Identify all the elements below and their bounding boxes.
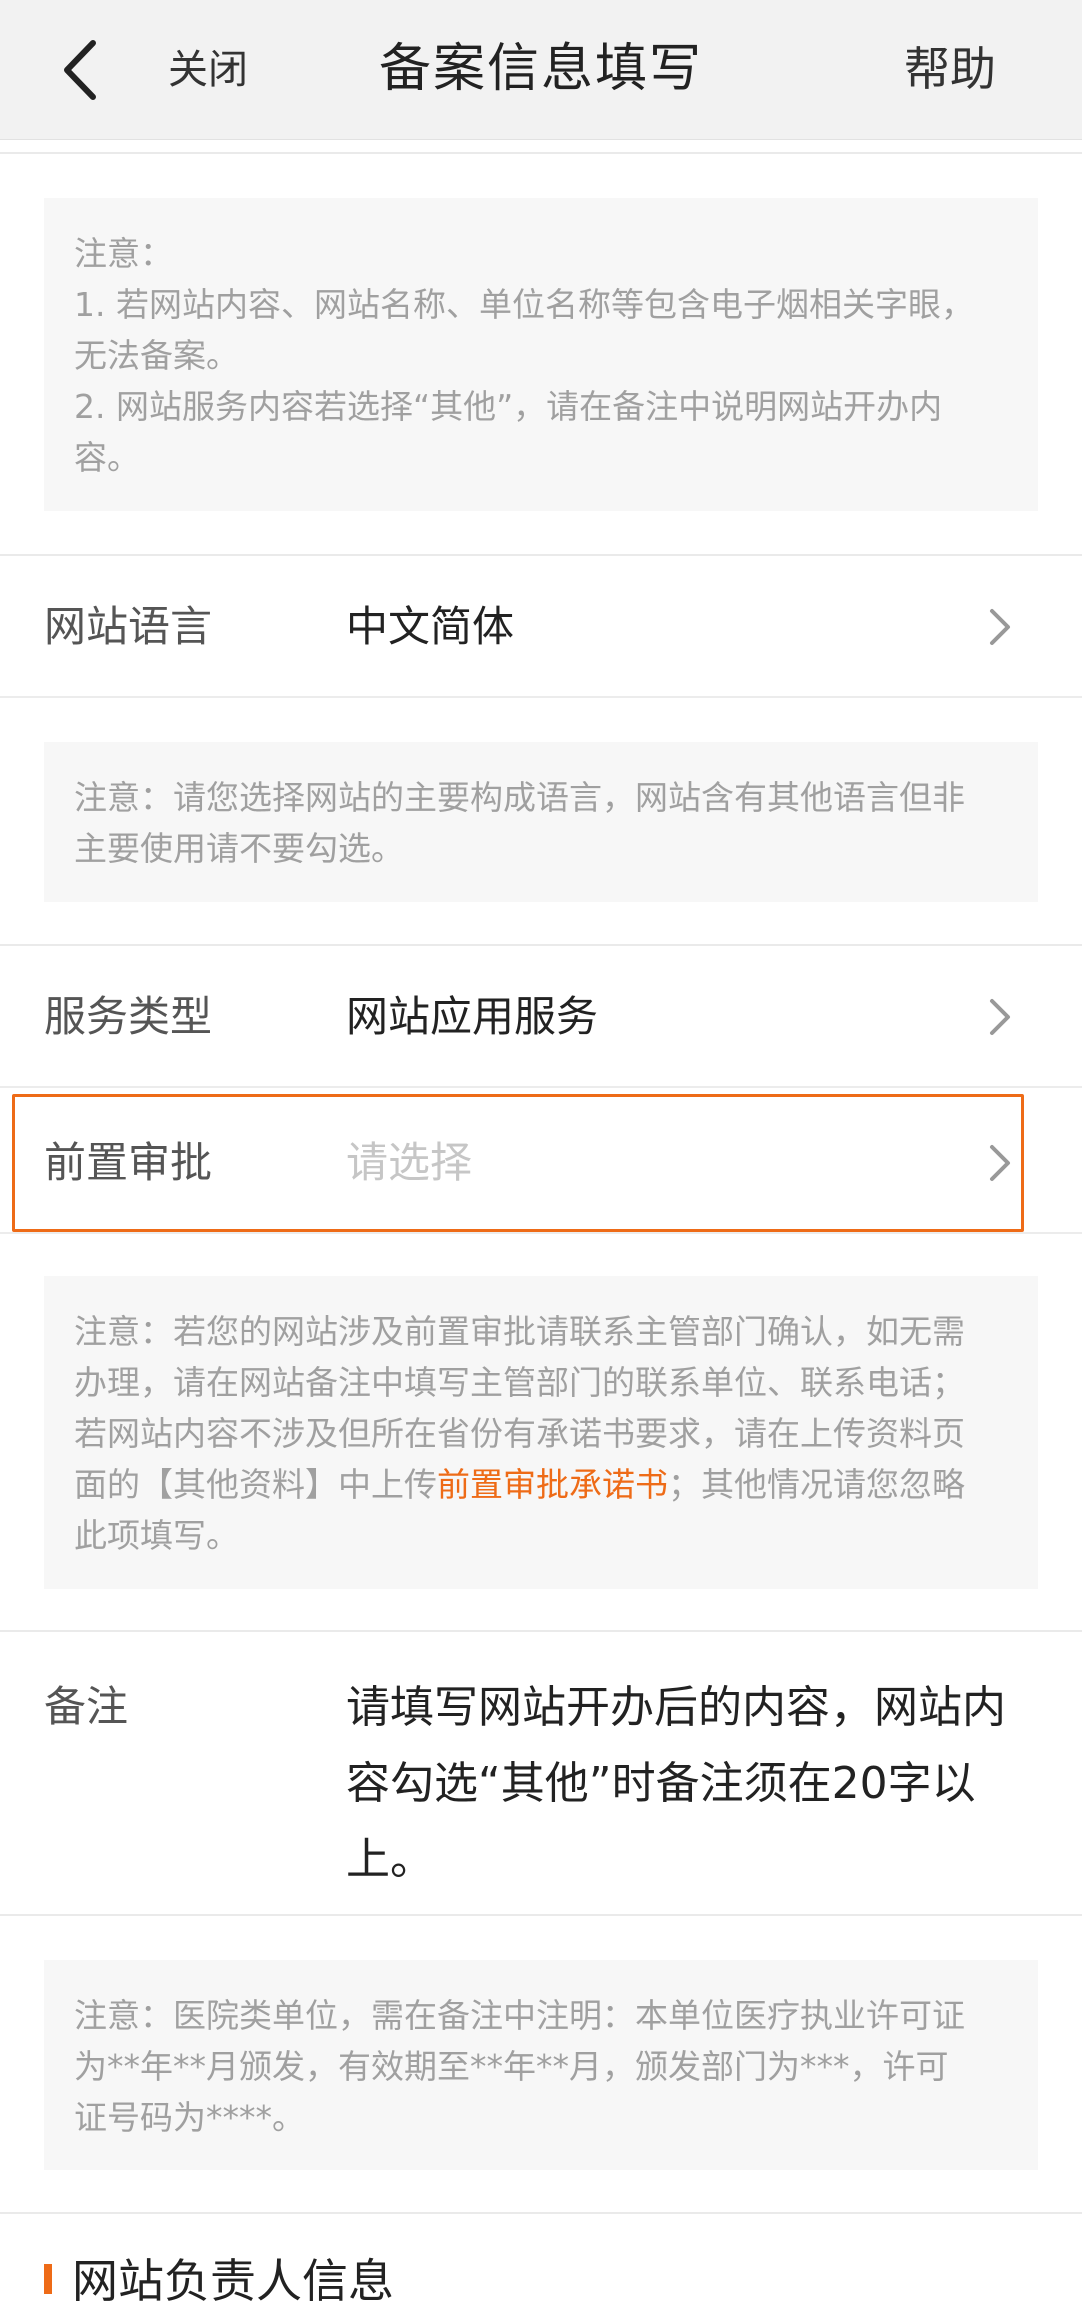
notice-line: 1. 若网站内容、网站名称、单位名称等包含电子烟相关字眼， <box>74 285 974 324</box>
service-type-row[interactable]: 服务类型 网站应用服务 <box>0 946 1082 1088</box>
notice-line: 注意：医院类单位，需在备注中注明：本单位医疗执业许可证 <box>74 1996 965 2035</box>
website-language-row[interactable]: 网站语言 中文简体 <box>0 556 1082 698</box>
notice-line: 主要使用请不要勾选。 <box>74 829 404 868</box>
notice-line: 面的【其他资料】中上传前置审批承诺书；其他情况请您忽略 <box>74 1459 1008 1510</box>
notice-line: 为**年**月颁发，有效期至**年**月，颁发部门为***，许可 <box>74 2047 949 2086</box>
divider <box>0 152 1082 154</box>
notice-line: 注意： <box>74 234 173 273</box>
chevron-right-icon <box>990 609 1010 645</box>
notice-text: ；其他情况请您忽略 <box>668 1465 965 1504</box>
notice-line: 证号码为****。 <box>74 2098 305 2137</box>
notice-language: 注意：请您选择网站的主要构成语言，网站含有其他语言但非 主要使用请不要勾选。 <box>44 742 1038 902</box>
divider <box>0 2212 1082 2214</box>
notice-line: 注意：若您的网站涉及前置审批请联系主管部门确认，如无需 <box>74 1312 965 1351</box>
service-type-label: 服务类型 <box>44 992 213 1041</box>
help-button[interactable]: 帮助 <box>904 38 996 100</box>
notice-pre-approval: 注意：若您的网站涉及前置审批请联系主管部门确认，如无需 办理，请在网站备注中填写… <box>44 1276 1038 1589</box>
commitment-letter-link[interactable]: 前置审批承诺书 <box>437 1465 668 1504</box>
website-language-label: 网站语言 <box>44 602 213 651</box>
notice-line: 2. 网站服务内容若选择“其他”，请在备注中说明网站开办内 <box>74 387 943 426</box>
notice-line: 办理，请在网站备注中填写主管部门的联系单位、联系电话； <box>74 1363 965 1402</box>
divider <box>0 1232 1082 1234</box>
section-title: 网站负责人信息 <box>72 2254 394 2308</box>
notice-line: 此项填写。 <box>74 1516 239 1555</box>
remark-text-line: 上。 <box>346 1834 434 1885</box>
notice-top: 注意： 1. 若网站内容、网站名称、单位名称等包含电子烟相关字眼， 无法备案。 … <box>44 198 1038 511</box>
divider <box>0 696 1082 698</box>
notice-line: 注意：请您选择网站的主要构成语言，网站含有其他语言但非 <box>74 778 965 817</box>
notice-remark: 注意：医院类单位，需在备注中注明：本单位医疗执业许可证 为**年**月颁发，有效… <box>44 1960 1038 2170</box>
chevron-right-icon <box>990 999 1010 1035</box>
divider <box>0 1914 1082 1916</box>
website-language-value: 中文简体 <box>346 602 515 651</box>
notice-line: 若网站内容不涉及但所在省份有承诺书要求，请在上传资料页 <box>74 1414 965 1453</box>
section-accent-bar <box>44 2264 52 2294</box>
notice-line: 容。 <box>74 438 140 477</box>
remark-label: 备注 <box>44 1682 129 1731</box>
remark-input[interactable]: 请填写网站开办后的内容，网站内 容勾选“其他”时备注须在20字以 上。 <box>346 1670 1026 1898</box>
notice-line: 无法备案。 <box>74 336 239 375</box>
remark-text-line: 请填写网站开办后的内容，网站内 <box>346 1682 1006 1733</box>
remark-text-line: 容勾选“其他”时备注须在20字以 <box>346 1758 976 1809</box>
top-nav-bar: 关闭 备案信息填写 帮助 <box>0 0 1082 140</box>
remark-row[interactable]: 备注 请填写网站开办后的内容，网站内 容勾选“其他”时备注须在20字以 上。 <box>0 1632 1082 1916</box>
service-type-value: 网站应用服务 <box>346 992 599 1041</box>
selection-highlight <box>12 1094 1024 1232</box>
notice-text: 面的【其他资料】中上传 <box>74 1465 437 1504</box>
divider <box>0 1086 1082 1088</box>
